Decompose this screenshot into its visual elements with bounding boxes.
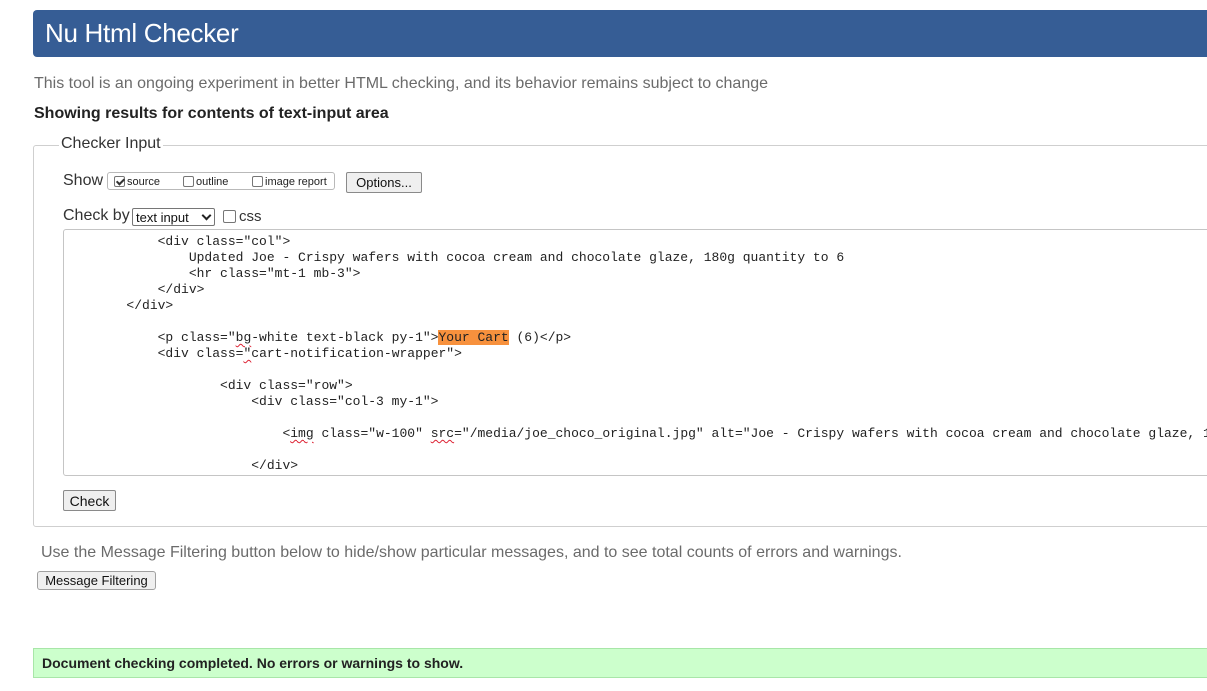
- results-heading: Showing results for contents of text-inp…: [34, 105, 389, 122]
- message-filtering-hint: Use the Message Filtering button below t…: [41, 544, 902, 561]
- code-line: <div class="col-3 my-1">: [64, 394, 438, 410]
- show-label: Show: [63, 172, 104, 189]
- code-fragment: <hr class="mt-1 mb-3">: [188, 266, 361, 281]
- code-line: </div>: [64, 298, 173, 314]
- flagged-code: src: [430, 426, 455, 441]
- code-fragment: <div class=: [157, 346, 244, 361]
- code-line: <div class="col">: [64, 234, 291, 250]
- code-fragment: <div class="row">: [220, 378, 353, 393]
- show-source-option[interactable]: source: [114, 175, 161, 188]
- show-options-group: source outline image report: [107, 172, 335, 190]
- checker-input-legend: Checker Input: [59, 135, 163, 153]
- code-fragment: <div class="col">: [157, 234, 291, 249]
- flagged-code: img: [290, 426, 314, 441]
- check-by-selected-value: text input: [136, 209, 189, 225]
- code-fragment: class="w-100": [313, 426, 431, 441]
- image-report-label: image report: [265, 176, 327, 188]
- image-report-checkbox[interactable]: [252, 175, 263, 187]
- code-line: <div class="row">: [64, 378, 353, 394]
- code-line: <p class="bg-white text-black py-1">Your…: [64, 330, 571, 346]
- success-message: Document checking completed. No errors o…: [33, 648, 1207, 678]
- show-image-report-option[interactable]: image report: [252, 175, 327, 188]
- code-line: </div>: [64, 282, 205, 298]
- highlighted-code: Your Cart: [438, 330, 509, 345]
- css-label: css: [239, 208, 262, 225]
- tool-description: This tool is an ongoing experiment in be…: [34, 75, 769, 92]
- code-fragment: Updated Joe - Crispy wafers with cocoa c…: [188, 250, 845, 265]
- code-line: <hr class="mt-1 mb-3">: [64, 266, 361, 282]
- source-textarea[interactable]: <div class="col"> Updated Joe - Crispy w…: [63, 229, 1207, 476]
- css-option[interactable]: css: [223, 208, 262, 225]
- checker-header: Nu Html Checker: [33, 10, 1207, 57]
- flagged-code: bg: [235, 330, 252, 345]
- chevron-down-icon: [201, 210, 212, 221]
- source-checkbox[interactable]: [114, 175, 125, 187]
- code-line: </div>: [64, 458, 298, 474]
- outline-label: outline: [196, 176, 229, 188]
- code-fragment: ="/media/joe_choco_original.jpg" alt="Jo…: [454, 426, 1207, 441]
- page-title: Nu Html Checker: [45, 18, 239, 48]
- options-button[interactable]: Options...: [346, 172, 422, 193]
- code-fragment: -white text-black py-1">: [251, 330, 439, 345]
- code-fragment: </div>: [251, 458, 299, 473]
- source-label: source: [127, 176, 161, 188]
- code-fragment: </div>: [157, 282, 205, 297]
- outline-checkbox[interactable]: [183, 175, 194, 187]
- code-fragment: <div class="col-3 my-1">: [251, 394, 439, 409]
- code-line: Updated Joe - Crispy wafers with cocoa c…: [64, 250, 844, 266]
- message-filtering-button[interactable]: Message Filtering: [37, 571, 156, 590]
- check-button[interactable]: Check: [63, 490, 116, 511]
- show-outline-option[interactable]: outline: [183, 175, 229, 188]
- code-line: <img class="w-100" src="/media/joe_choco…: [64, 426, 1207, 442]
- css-checkbox[interactable]: [223, 210, 236, 223]
- code-fragment: cart-notification-wrapper">: [251, 346, 462, 361]
- code-fragment: (6)</p>: [508, 330, 572, 345]
- code-fragment: </div>: [126, 298, 174, 313]
- code-fragment: <p class=": [157, 330, 236, 345]
- check-by-select[interactable]: text input: [132, 208, 215, 226]
- check-by-label: Check by: [63, 207, 130, 224]
- code-line: <div class="cart-notification-wrapper">: [64, 346, 462, 362]
